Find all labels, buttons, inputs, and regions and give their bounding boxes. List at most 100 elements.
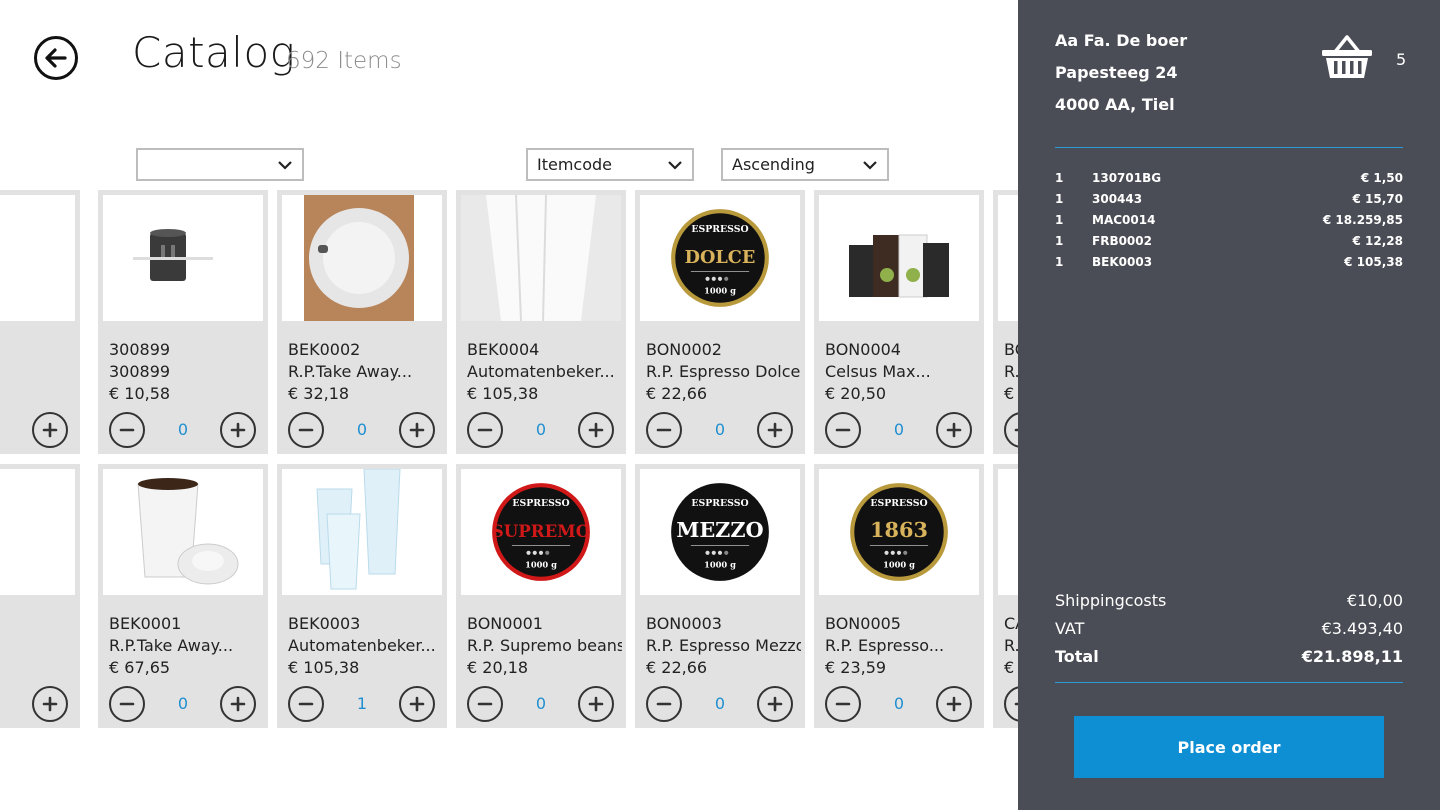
order-line-qty: 1 (1055, 234, 1064, 248)
increase-qty-button[interactable] (578, 686, 614, 722)
product-card[interactable]: BEK0002 R.P.Take Away... € 32,18 0 (277, 190, 447, 454)
decrease-qty-button[interactable] (646, 686, 682, 722)
product-card[interactable]: BEK0003 Automatenbeker... € 105,38 1 (277, 464, 447, 728)
plus-icon (409, 696, 425, 712)
decrease-qty-button[interactable] (1004, 686, 1018, 722)
product-image (998, 469, 1018, 595)
sort-field-dropdown[interactable]: Itemcode (526, 148, 694, 181)
product-price: € 67,65 (109, 658, 171, 677)
product-name: R. (1004, 636, 1018, 655)
product-image (998, 195, 1018, 321)
product-label-text: MEZZO (676, 517, 763, 542)
decrease-qty-button[interactable] (109, 686, 145, 722)
increase-qty-button[interactable] (578, 412, 614, 448)
plus-icon (230, 696, 246, 712)
white-cup-image (461, 195, 621, 321)
order-line-price: € 1,50 (1360, 171, 1403, 185)
order-line: 1 BEK0003 € 105,38 (1055, 255, 1403, 276)
product-name: R.P.Take Away... (288, 362, 413, 381)
plus-icon (767, 422, 783, 438)
product-label-text: 1000 g (883, 559, 915, 569)
decrease-qty-button[interactable] (646, 412, 682, 448)
order-line-code: MAC0014 (1092, 213, 1156, 227)
product-label-text: ESPRESSO (870, 498, 927, 509)
increase-qty-button[interactable] (399, 686, 435, 722)
product-card[interactable]: 0 (0, 190, 80, 454)
product-card[interactable]: BEK0004 Automatenbeker... € 105,38 0 (456, 190, 626, 454)
basket-icon[interactable] (1320, 34, 1374, 80)
plus-icon (42, 422, 58, 438)
product-code: BON0004 (825, 340, 901, 359)
shipping-value: €10,00 (1347, 591, 1403, 610)
product-code: BON0005 (825, 614, 901, 633)
plus-icon (946, 696, 962, 712)
product-image (282, 195, 442, 321)
decrease-qty-button[interactable] (288, 412, 324, 448)
customer-street: Papesteeg 24 (1055, 63, 1178, 82)
catalog-grid: 0 300899 300899 € 10,58 0 BEK0002 R.P.Take Awa… (0, 190, 1018, 735)
quantity-value: 0 (177, 694, 189, 713)
increase-qty-button[interactable] (936, 412, 972, 448)
increase-qty-button[interactable] (936, 686, 972, 722)
product-price: € 20,50 (825, 384, 887, 403)
order-line: 1 MAC0014 € 18.259,85 (1055, 213, 1403, 234)
plus-icon (409, 422, 425, 438)
increase-qty-button[interactable] (757, 686, 793, 722)
product-price: € 32,18 (288, 384, 350, 403)
quantity-value: 0 (356, 420, 368, 439)
decrease-qty-button[interactable] (288, 686, 324, 722)
decrease-qty-button[interactable] (1004, 412, 1018, 448)
order-line-code: 130701BG (1092, 171, 1162, 185)
product-code: BON0002 (646, 340, 722, 359)
product-image (103, 195, 263, 321)
minus-icon (298, 702, 314, 706)
place-order-button[interactable]: Place order (1074, 716, 1384, 778)
orange-tool-image (0, 195, 75, 321)
product-code: BEK0001 (109, 614, 182, 633)
plus-icon (588, 696, 604, 712)
product-card[interactable]: ESPRESSO DOLCE 1000 g BON0002 R.P. Espresso … (635, 190, 805, 454)
back-button[interactable] (34, 36, 78, 80)
sort-order-dropdown[interactable]: Ascending (721, 148, 889, 181)
product-name: 300899 (109, 362, 171, 381)
product-card[interactable]: CA R. € (993, 464, 1018, 728)
espresso-supremo-image: ESPRESSO SUPREMO 1000 g (492, 483, 590, 581)
quantity-value: 0 (535, 694, 547, 713)
product-price: € 22,66 (646, 384, 708, 403)
product-card[interactable]: ESPRESSO SUPREMO 1000 g BON0001 R.P. Supremo… (456, 464, 626, 728)
cup-lid-image (304, 195, 414, 321)
order-line: 1 130701BG € 1,50 (1055, 171, 1403, 192)
plus-icon (230, 422, 246, 438)
product-image (0, 195, 75, 321)
product-card[interactable]: 0 (0, 464, 80, 728)
product-name: R.P. Supremo beans (467, 636, 622, 655)
increase-qty-button[interactable] (32, 686, 68, 722)
product-name: R. (1004, 362, 1018, 381)
product-card[interactable]: 300899 300899 € 10,58 0 (98, 190, 268, 454)
product-price: € 23,59 (825, 658, 887, 677)
vat-label: VAT (1055, 619, 1085, 638)
product-image (0, 469, 75, 595)
decrease-qty-button[interactable] (467, 412, 503, 448)
minus-icon (298, 428, 314, 432)
increase-qty-button[interactable] (757, 412, 793, 448)
takeaway-cup-image (137, 478, 239, 585)
decrease-qty-button[interactable] (467, 686, 503, 722)
decrease-qty-button[interactable] (825, 686, 861, 722)
page-title: Catalog (132, 28, 296, 77)
product-card[interactable]: BO R. € (993, 190, 1018, 454)
product-card[interactable]: ESPRESSO MEZZO 1000 g BON0003 R.P. Espresso … (635, 464, 805, 728)
order-line-qty: 1 (1055, 213, 1064, 227)
increase-qty-button[interactable] (220, 412, 256, 448)
product-card[interactable]: BON0004 Celsus Max... € 20,50 0 (814, 190, 984, 454)
category-dropdown[interactable] (136, 148, 304, 181)
product-card[interactable]: BEK0001 R.P.Take Away... € 67,65 0 (98, 464, 268, 728)
decrease-qty-button[interactable] (109, 412, 145, 448)
increase-qty-button[interactable] (399, 412, 435, 448)
plus-icon (42, 696, 58, 712)
decrease-qty-button[interactable] (825, 412, 861, 448)
product-name: R.P. Espresso... (825, 636, 945, 655)
increase-qty-button[interactable] (32, 412, 68, 448)
increase-qty-button[interactable] (220, 686, 256, 722)
product-card[interactable]: ESPRESSO 1863 1000 g BON0005 R.P. Espresso..… (814, 464, 984, 728)
